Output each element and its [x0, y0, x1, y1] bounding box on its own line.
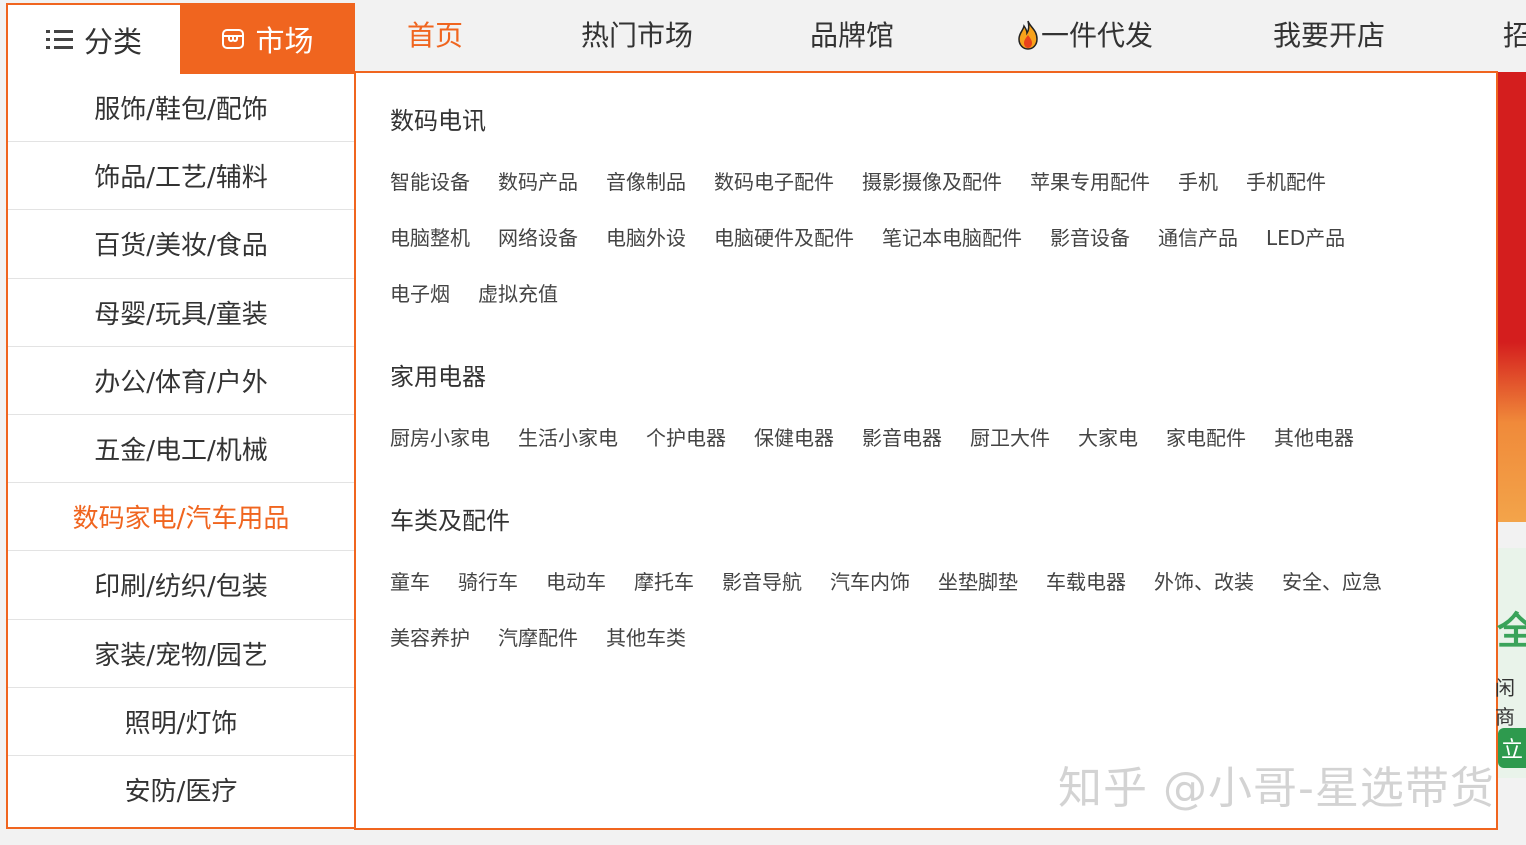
subcategory-link[interactable]: 电脑整机	[390, 210, 470, 266]
promo-banner-subtext: 闲商	[1495, 676, 1515, 729]
section-links: 智能设备 数码产品 音像制品 数码电子配件 摄影摄像及配件 苹果专用配件 手机 …	[390, 154, 1476, 322]
category-dropdown-panel: 数码电讯 智能设备 数码产品 音像制品 数码电子配件 摄影摄像及配件 苹果专用配…	[354, 71, 1498, 830]
subcategory-link[interactable]: 骑行车	[458, 554, 518, 610]
subcategory-link[interactable]: 童车	[390, 554, 430, 610]
sidebar-item-digital-auto[interactable]: 数码家电/汽车用品	[8, 483, 354, 552]
subcategory-link[interactable]: 电动车	[546, 554, 606, 610]
category-market-tabs: 分类 市场	[6, 3, 355, 74]
nav-item-hot-markets[interactable]: 热门市场	[581, 14, 693, 54]
subcategory-link[interactable]: 智能设备	[390, 154, 470, 210]
sidebar-item-apparel[interactable]: 服饰/鞋包/配饰	[8, 74, 354, 143]
promo-banner-text: 全	[1497, 609, 1526, 653]
subcategory-link[interactable]: LED产品	[1266, 210, 1345, 266]
subcategory-link[interactable]: 影音电器	[862, 410, 942, 466]
sidebar-item-accessories[interactable]: 饰品/工艺/辅料	[8, 142, 354, 211]
section-digital-telecom: 数码电讯 智能设备 数码产品 音像制品 数码电子配件 摄影摄像及配件 苹果专用配…	[390, 101, 1476, 322]
fire-icon	[1018, 20, 1038, 50]
sidebar-item-home-pets[interactable]: 家装/宠物/园艺	[8, 620, 354, 688]
promo-banner-button[interactable]: 立	[1498, 728, 1526, 768]
subcategory-link[interactable]: 数码电子配件	[714, 154, 834, 210]
subcategory-link[interactable]: 安全、应急	[1282, 554, 1382, 610]
nav-item-home[interactable]: 首页	[407, 14, 463, 54]
subcategory-link[interactable]: 数码产品	[498, 154, 578, 210]
section-title: 家用电器	[390, 363, 486, 391]
subcategory-link[interactable]: 网络设备	[498, 210, 578, 266]
shop-icon	[222, 28, 245, 49]
nav-item-dropship-label: 一件代发	[1041, 19, 1154, 52]
subcategory-link[interactable]: 影音导航	[722, 554, 802, 610]
category-sidebar: 服饰/鞋包/配饰 饰品/工艺/辅料 百货/美妆/食品 母婴/玩具/童装 办公/体…	[6, 74, 354, 829]
subcategory-link[interactable]: 虚拟充值	[478, 266, 558, 322]
nav-item-open-shop[interactable]: 我要开店	[1273, 14, 1385, 54]
section-links: 厨房小家电 生活小家电 个护电器 保健电器 影音电器 厨卫大件 大家电 家电配件…	[390, 410, 1476, 466]
nav-item-dropship[interactable]: 一件代发	[1015, 14, 1153, 54]
sidebar-item-office-sports[interactable]: 办公/体育/户外	[8, 347, 354, 415]
subcategory-link[interactable]: 通信产品	[1158, 210, 1238, 266]
subcategory-link[interactable]: 汽摩配件	[498, 610, 578, 666]
sidebar-item-printing[interactable]: 印刷/纺织/包装	[8, 551, 354, 620]
subcategory-link[interactable]: 个护电器	[646, 410, 726, 466]
nav-item-recruit[interactable]: 招	[1503, 14, 1526, 54]
sidebar-item-lighting[interactable]: 照明/灯饰	[8, 688, 354, 756]
section-title: 车类及配件	[390, 507, 510, 535]
tab-category-label: 分类	[83, 24, 142, 59]
subcategory-link[interactable]: 车载电器	[1046, 554, 1126, 610]
subcategory-link[interactable]: 影音设备	[1050, 210, 1130, 266]
section-title: 数码电讯	[390, 107, 486, 135]
watermark: 知乎 @小哥-星选带货	[1058, 763, 1495, 814]
subcategory-link[interactable]: 电子烟	[390, 266, 450, 322]
subcategory-link[interactable]: 摩托车	[634, 554, 694, 610]
subcategory-link[interactable]: 手机	[1178, 154, 1218, 210]
tab-market[interactable]: 市场	[180, 3, 355, 74]
subcategory-link[interactable]: 其他车类	[606, 610, 686, 666]
sidebar-item-hardware[interactable]: 五金/电工/机械	[8, 415, 354, 484]
subcategory-link[interactable]: 苹果专用配件	[1030, 154, 1150, 210]
subcategory-link[interactable]: 外饰、改装	[1154, 554, 1254, 610]
subcategory-link[interactable]: 生活小家电	[518, 410, 618, 466]
subcategory-link[interactable]: 保健电器	[754, 410, 834, 466]
subcategory-link[interactable]: 家电配件	[1166, 410, 1246, 466]
top-nav: 首页 热门市场 品牌馆 一件代发 我要开店 招	[355, 0, 1526, 70]
subcategory-link[interactable]: 笔记本电脑配件	[882, 210, 1022, 266]
subcategory-link[interactable]: 音像制品	[606, 154, 686, 210]
tab-market-label: 市场	[255, 23, 314, 58]
sidebar-item-baby-toys[interactable]: 母婴/玩具/童装	[8, 279, 354, 347]
subcategory-link[interactable]: 电脑外设	[606, 210, 686, 266]
subcategory-link[interactable]: 大家电	[1078, 410, 1138, 466]
section-home-appliances: 家用电器 厨房小家电 生活小家电 个护电器 保健电器 影音电器 厨卫大件 大家电…	[390, 357, 1476, 466]
subcategory-link[interactable]: 坐垫脚垫	[938, 554, 1018, 610]
promo-banner-red[interactable]	[1498, 72, 1526, 522]
subcategory-link[interactable]: 汽车内饰	[830, 554, 910, 610]
subcategory-link[interactable]: 电脑硬件及配件	[714, 210, 854, 266]
subcategory-link[interactable]: 其他电器	[1274, 410, 1354, 466]
list-icon	[45, 27, 74, 53]
subcategory-link[interactable]: 美容养护	[390, 610, 470, 666]
sidebar-item-security-medical[interactable]: 安防/医疗	[8, 756, 354, 824]
sidebar-item-general-goods[interactable]: 百货/美妆/食品	[8, 210, 354, 279]
subcategory-link[interactable]: 摄影摄像及配件	[862, 154, 1002, 210]
nav-item-brand-hall[interactable]: 品牌馆	[810, 14, 894, 54]
tab-category[interactable]: 分类	[6, 3, 180, 74]
subcategory-link[interactable]: 厨房小家电	[390, 410, 490, 466]
subcategory-link[interactable]: 厨卫大件	[970, 410, 1050, 466]
section-vehicles-parts: 车类及配件 童车 骑行车 电动车 摩托车 影音导航 汽车内饰 坐垫脚垫 车载电器…	[390, 501, 1476, 666]
subcategory-link[interactable]: 手机配件	[1246, 154, 1326, 210]
section-links: 童车 骑行车 电动车 摩托车 影音导航 汽车内饰 坐垫脚垫 车载电器 外饰、改装…	[390, 554, 1476, 666]
